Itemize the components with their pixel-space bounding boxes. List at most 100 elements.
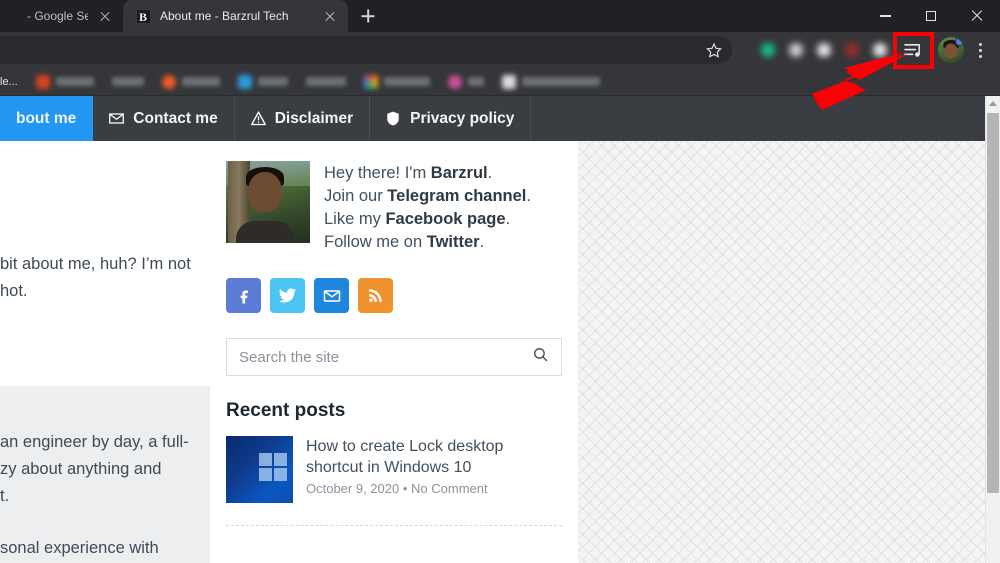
bookmark-item[interactable] [103,71,153,93]
bookmark-favicon [161,74,176,89]
address-bar[interactable] [0,36,732,64]
bookmark-label [467,77,484,86]
intro-text-part: . [479,233,485,251]
bookmark-item[interactable] [153,71,229,93]
article-callout-card: an engineer by day, a full- zy about any… [0,386,210,563]
bookmark-star-icon[interactable] [705,42,723,58]
nav-item-label: Disclaimer [274,109,354,127]
search-input[interactable] [239,348,532,366]
post-title[interactable]: How to create Lock desktop shortcut in W… [306,436,562,478]
twitter-link[interactable]: Twitter [427,233,480,251]
rss-icon [369,289,382,302]
page-columns: bit about me, huh? I’m not hot. an engin… [0,141,985,563]
facebook-button[interactable] [226,278,261,313]
bookmark-label: le... [0,75,18,88]
intro-line-2: Join our Telegram channel. [324,185,531,208]
intro-text-part: Join our [324,187,388,205]
new-tab-button[interactable] [354,2,382,30]
bookmark-item[interactable]: le... [0,71,27,93]
tab-about-me-barzrul-tech[interactable]: B About me - Barzrul Tech [123,0,348,32]
bookmark-item[interactable] [493,71,609,93]
warning-triangle-icon [250,111,266,126]
nav-item-disclaimer[interactable]: Disclaimer [235,96,371,141]
nav-item-contact-me[interactable]: Contact me [93,96,235,141]
intro-text-part: Like my [324,210,386,228]
social-buttons [210,254,578,313]
rss-button[interactable] [358,278,393,313]
blank-favicon [2,8,18,24]
bookmark-label [181,77,220,86]
tab-strip: - Google Search B About me - Barzrul Tec… [0,0,1000,32]
recent-posts-heading: Recent posts [226,400,346,421]
bookmark-label [305,77,346,86]
twitter-button[interactable] [270,278,305,313]
profile-avatar[interactable] [938,37,964,63]
article-paragraph: t. [0,487,10,505]
article-paragraph: bit about me, huh? I’m not [0,255,191,273]
article-column: bit about me, huh? I’m not hot. an engin… [0,141,210,563]
close-icon[interactable] [322,8,338,24]
intro-text-part: . [526,187,531,205]
facebook-icon [240,290,248,303]
meta-separator: • [402,481,408,496]
bookmark-item[interactable] [27,71,103,93]
empty-right-area [578,141,985,563]
envelope-icon [109,111,125,126]
article-paragraph: sonal experience with [0,539,159,557]
close-icon[interactable] [97,8,113,24]
bookmark-item[interactable] [229,71,297,93]
bookmark-item[interactable] [439,71,493,93]
browser-menu-kebab[interactable] [968,36,992,64]
bookmark-label [55,77,94,86]
author-intro-text: Hey there! I'm Barzrul. Join our Telegra… [324,161,531,254]
bookmark-label [111,77,144,86]
email-button[interactable] [314,278,349,313]
profile-badge [955,37,964,46]
intro-text-part: . [487,164,493,182]
minimize-button[interactable] [862,0,908,32]
page-viewport: bout me Contact me Disclaimer Privacy po… [0,96,1000,563]
recent-post-item[interactable]: How to create Lock desktop shortcut in W… [226,436,562,503]
nav-item-about-me[interactable]: bout me [0,96,94,141]
bookmark-favicon [501,74,516,89]
sidebar-column: Hey there! I'm Barzrul. Join our Telegra… [210,141,578,563]
post-meta: October 9, 2020 • No Comment [306,481,562,496]
bookmark-item[interactable] [355,71,439,93]
windows-10-logo-thumbnail [226,436,293,503]
nav-item-privacy-policy[interactable]: Privacy policy [370,96,532,141]
article-paragraph: hot. [0,282,28,300]
scrollbar-thumb[interactable] [987,113,999,493]
nav-item-label: Contact me [133,109,218,127]
site-search[interactable] [226,338,562,376]
tab-title: - Google Search [27,9,88,23]
bookmark-favicon [363,74,378,89]
bookmark-favicon [237,74,252,89]
extension-icon-1[interactable] [755,37,781,63]
intro-text-part: Follow me on [324,233,427,251]
window-controls [862,0,1000,32]
bookmark-label [383,77,430,86]
intro-line-3: Like my Facebook page. [324,208,531,231]
maximize-button[interactable] [908,0,954,32]
article-paragraph: zy about anything and [0,460,162,478]
shield-icon [386,111,401,126]
letter-b-favicon: B [135,8,151,24]
author-name: Barzrul [430,164,488,182]
facebook-link[interactable]: Facebook page [385,210,505,228]
intro-line-4: Follow me on Twitter. [324,231,531,254]
telegram-link[interactable]: Telegram channel [387,187,526,205]
post-comments: No Comment [411,481,488,496]
close-window-button[interactable] [954,0,1000,32]
bookmark-item[interactable] [297,71,355,93]
bookmark-label [257,77,288,86]
bookmark-favicon [35,74,50,89]
search-icon[interactable] [532,346,549,368]
envelope-icon [323,289,340,302]
bookmark-favicon [447,74,462,89]
annotation-arrow [800,50,910,112]
tab-google-search[interactable]: - Google Search [0,0,123,32]
scroll-up-arrow[interactable] [989,101,997,106]
page-scrollbar[interactable] [985,96,1000,563]
bookmark-label [521,77,600,86]
intro-text-part: Hey there! I'm [324,164,431,182]
